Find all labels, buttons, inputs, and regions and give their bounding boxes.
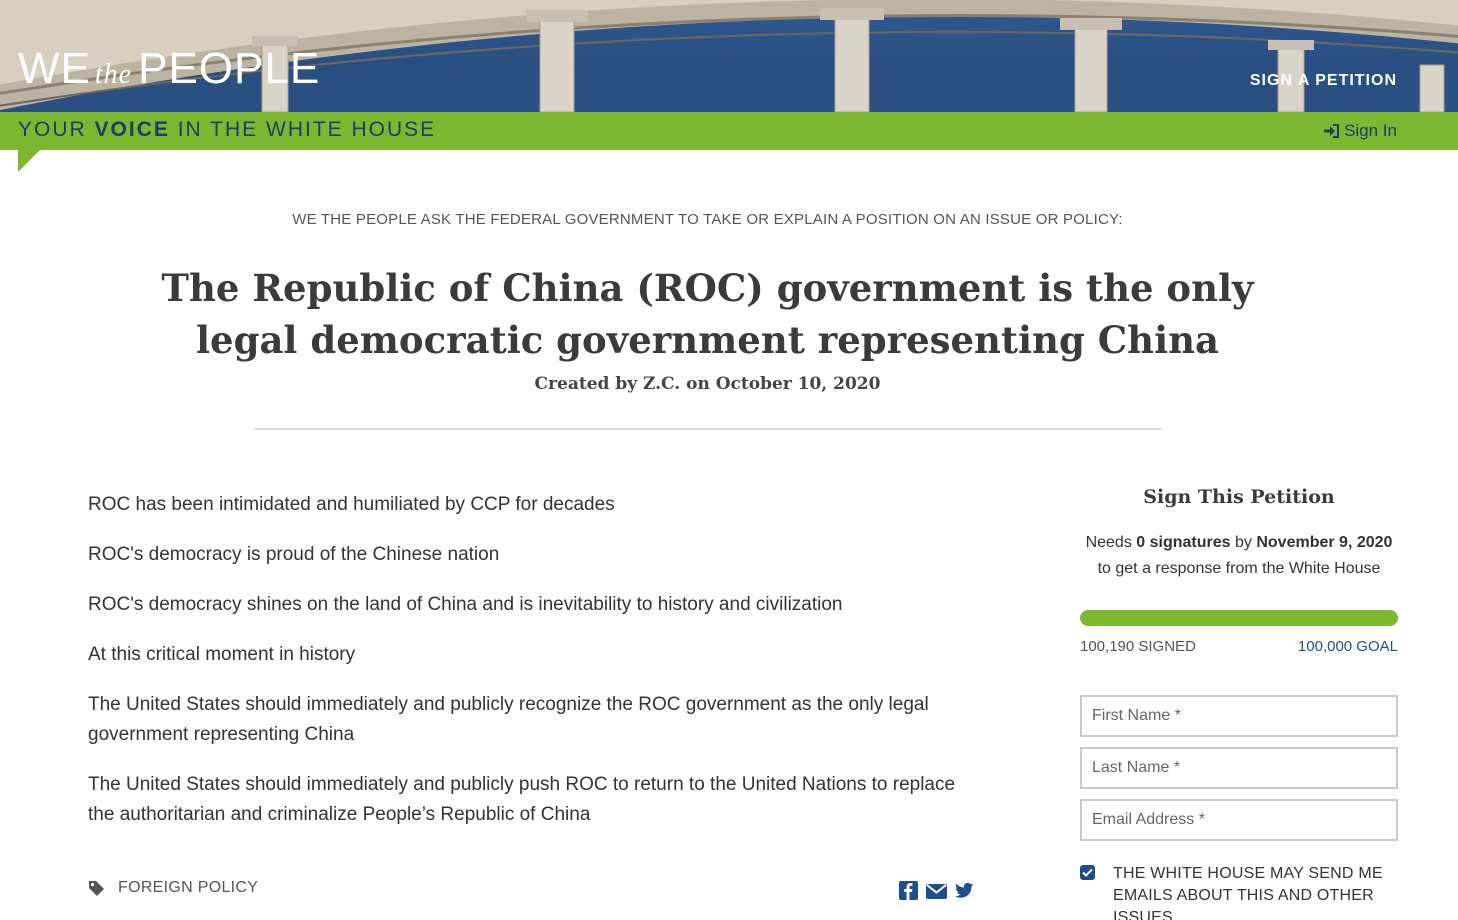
sign-heading: Sign This Petition [1143,486,1335,508]
tagline-post: IN THE WHITE HOUSE [169,118,437,141]
tagline-pre: YOUR [18,118,95,141]
logo-we: WE [18,44,91,93]
email-field[interactable] [1080,799,1398,841]
needs-post: to get a response from the White House [1097,560,1381,577]
issue-tags: FOREIGN POLICY [88,879,258,897]
sign-petition-panel: Sign This Petition Needs 0 signatures by… [1080,486,1398,920]
email-share-icon[interactable] [926,881,947,905]
sign-in-icon [1324,124,1340,138]
tag-icon [89,881,104,896]
needs-pre: Needs [1085,534,1137,551]
petition-paragraph: At this critical moment in history [88,644,356,665]
tagline-bar: YOUR VOICE IN THE WHITE HOUSE Sign In [0,112,1458,150]
share-buttons [899,881,974,905]
signature-progress-bar [1080,610,1398,626]
checkmark-icon [1082,868,1093,877]
petition-paragraph: ROC's democracy shines on the land of Ch… [88,594,843,615]
first-name-field[interactable] [1080,695,1398,737]
sign-in-link[interactable]: Sign In [1323,121,1397,141]
optin-checkbox[interactable] [1080,865,1095,880]
petition-paragraph: ROC's democracy is proud of the Chinese … [88,544,500,565]
needs-mid: by [1230,534,1257,551]
progress-fill [1080,610,1398,626]
petition-body: ROC has been intimidated and humiliated … [88,490,958,850]
signed-count: 100,190 SIGNED [1080,638,1196,655]
last-name-field[interactable] [1080,747,1398,789]
sign-in-label: Sign In [1344,121,1397,140]
petition-preamble: WE THE PEOPLE ASK THE FEDERAL GOVERNMENT… [292,211,1123,228]
divider [254,428,1162,430]
logo-people: PEOPLE [138,44,321,93]
facebook-share-icon[interactable] [899,881,918,905]
bar-flag-decoration [18,150,40,172]
needs-count: 0 signatures [1136,534,1231,551]
site-header: WE the PEOPLE SIGN A PETITION [0,0,1458,112]
tag-foreign-policy[interactable]: FOREIGN POLICY [118,879,258,897]
we-the-people-logo[interactable]: WE the PEOPLE [18,44,320,100]
optin-label: THE WHITE HOUSE MAY SEND ME EMAILS ABOUT… [1113,865,1383,920]
tagline-voice: VOICE [94,118,170,141]
email-optin: THE WHITE HOUSE MAY SEND ME EMAILS ABOUT… [1080,863,1398,920]
petition-paragraph: ROC has been intimidated and humiliated … [88,494,615,515]
sign-a-petition-link[interactable]: SIGN A PETITION [1250,72,1397,90]
petition-byline: Created by Z.C. on October 10, 2020 [534,374,881,394]
petition-paragraph: The United States should immediately and… [88,774,956,825]
logo-the: the [94,59,133,90]
goal-count: 100,000 GOAL [1297,638,1398,655]
needs-date: November 9, 2020 [1256,534,1393,551]
signatures-needed: Needs 0 signatures by November 9, 2020 t… [1080,530,1398,582]
tagline: YOUR VOICE IN THE WHITE HOUSE [18,118,436,142]
twitter-share-icon[interactable] [955,881,974,905]
petition-paragraph: The United States should immediately and… [88,694,929,745]
petition-title: The Republic of China (ROC) government i… [161,266,1254,362]
signature-counts: 100,190 SIGNED 100,000 GOAL [1080,638,1398,655]
